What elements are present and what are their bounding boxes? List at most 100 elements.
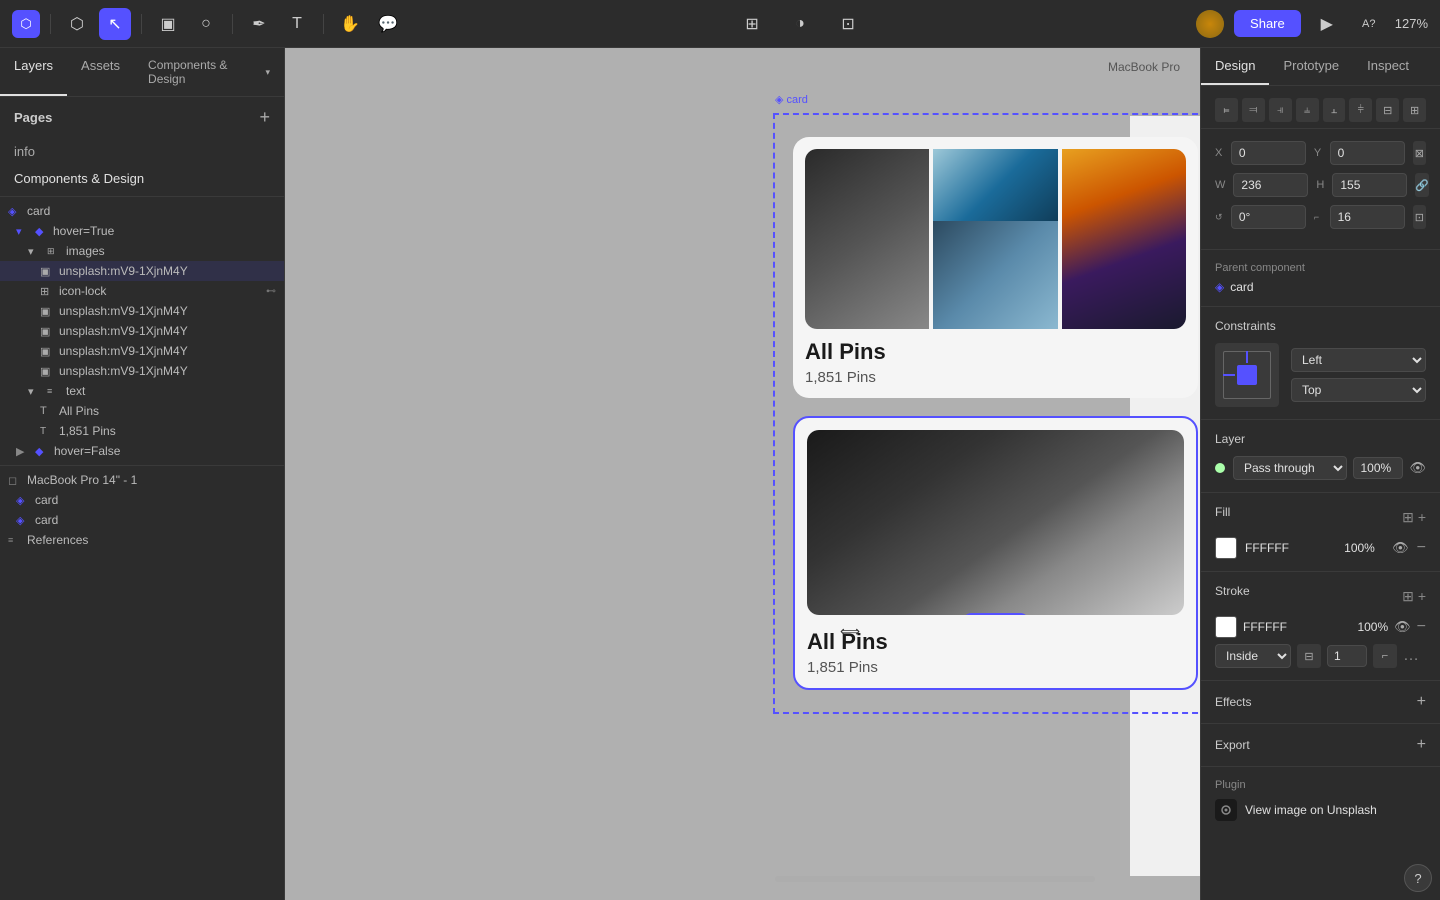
shape-tool[interactable]: ○	[190, 8, 222, 40]
wh-row: W H 🔗	[1215, 173, 1426, 197]
stroke-position-select[interactable]: InsideOutsideCenter	[1215, 644, 1291, 668]
stroke-color-swatch[interactable]	[1215, 616, 1237, 638]
hand-tool[interactable]: ✋	[334, 8, 366, 40]
page-item-components[interactable]: Components & Design	[0, 165, 284, 192]
constraint-vertical[interactable]: TopBottomTop & BottomCenterScale	[1291, 378, 1426, 402]
align-right-btn[interactable]: ⫣	[1269, 98, 1292, 122]
radius-input[interactable]	[1330, 205, 1405, 229]
tab-prototype[interactable]: Prototype	[1269, 48, 1353, 85]
stroke-align-btn[interactable]: ⊟	[1297, 644, 1321, 668]
layer-unsplash-1[interactable]: ▣ unsplash:mV9-1XjnM4Y	[0, 261, 284, 281]
w-input[interactable]	[1233, 173, 1308, 197]
distribute-h-btn[interactable]: ⊟	[1376, 98, 1399, 122]
add-effect-btn[interactable]: +	[1417, 693, 1426, 711]
add-export-btn[interactable]: +	[1417, 736, 1426, 754]
layer-card-root[interactable]: ◈ card	[0, 201, 284, 221]
stroke-visibility-btn[interactable]: 👁	[1394, 619, 1411, 635]
layer-macbook-frame[interactable]: ◻ MacBook Pro 14" - 1	[0, 470, 284, 490]
tab-assets[interactable]: Assets	[67, 48, 134, 96]
layer-card-2[interactable]: ◈ card	[0, 510, 284, 530]
h-input[interactable]	[1332, 173, 1407, 197]
move-tool[interactable]: ⬡	[61, 8, 93, 40]
layer-unsplash-2[interactable]: ▣ unsplash:mV9-1XjnM4Y	[0, 301, 284, 321]
tab-layers[interactable]: Layers	[0, 48, 67, 96]
share-button[interactable]: Share	[1234, 10, 1301, 37]
layer-unsplash-3[interactable]: ▣ unsplash:mV9-1XjnM4Y	[0, 321, 284, 341]
constraint-visual	[1215, 343, 1279, 407]
layer-images[interactable]: ▾ ⊞ images	[0, 241, 284, 261]
handle-tr[interactable]	[1191, 416, 1198, 423]
select-tool[interactable]: ↖	[99, 8, 131, 40]
figma-menu[interactable]: ⬡	[12, 10, 40, 38]
layer-card-1[interactable]: ◈ card	[0, 490, 284, 510]
fill-grid-btn[interactable]: ⊞	[1402, 509, 1414, 526]
question-button[interactable]: A?	[1353, 8, 1385, 40]
tab-components-design[interactable]: Components & Design ▾	[134, 48, 284, 96]
stroke-width-input[interactable]	[1327, 645, 1367, 667]
tab-design[interactable]: Design	[1201, 48, 1269, 85]
layer-icon-lock[interactable]: ⊞ icon-lock ⊷	[0, 281, 284, 301]
stroke-corner-btn[interactable]: ⌐	[1373, 644, 1397, 668]
card-frame[interactable]: ◈ card All Pins 1,851 Pins	[773, 113, 1200, 714]
stroke-grid-btn[interactable]: ⊞	[1402, 588, 1414, 605]
remove-stroke-btn[interactable]: −	[1417, 618, 1426, 636]
opacity-input[interactable]	[1353, 457, 1403, 479]
crop-tool[interactable]: ⊡	[832, 8, 864, 40]
visibility-button[interactable]: 👁	[1409, 460, 1426, 476]
zoom-level[interactable]: 127%	[1395, 16, 1428, 31]
comment-tool[interactable]: 💬	[372, 8, 404, 40]
layer-pins-count[interactable]: T 1,851 Pins	[0, 421, 284, 441]
add-fill-btn[interactable]: +	[1418, 509, 1426, 526]
layer-hover-true[interactable]: ▾ ◆ hover=True	[0, 221, 284, 241]
align-bottom-btn[interactable]: ⫩	[1349, 98, 1372, 122]
add-stroke-btn[interactable]: +	[1418, 588, 1426, 605]
layer-references[interactable]: ≡ References	[0, 530, 284, 550]
help-button[interactable]: ?	[1404, 864, 1432, 892]
align-center-v-btn[interactable]: ⫠	[1323, 98, 1346, 122]
radius-constraint-btn[interactable]: ⊡	[1413, 205, 1426, 229]
constraints-title: Constraints	[1215, 319, 1426, 333]
layer-unsplash-5[interactable]: ▣ unsplash:mV9-1XjnM4Y	[0, 361, 284, 381]
layer-section: Layer Pass throughNormalMultiplyScreen 👁	[1201, 420, 1440, 493]
play-button[interactable]: ▶	[1311, 8, 1343, 40]
fill-visibility-btn[interactable]: 👁	[1392, 540, 1409, 556]
link-wh-btn[interactable]: 🔗	[1415, 173, 1429, 197]
position-constraint-btn[interactable]: ⊠	[1413, 141, 1426, 165]
page-item-info[interactable]: info	[0, 138, 284, 165]
handle-br[interactable]	[1191, 683, 1198, 690]
frame-label: ◈ card	[775, 93, 808, 106]
pin-card-1[interactable]: All Pins 1,851 Pins	[793, 137, 1198, 398]
handle-bl[interactable]	[793, 683, 800, 690]
plugin-row[interactable]: View image on Unsplash	[1215, 799, 1426, 821]
theme-tool[interactable]: ◑	[784, 8, 816, 40]
y-input[interactable]	[1330, 141, 1405, 165]
rotation-input[interactable]	[1231, 205, 1306, 229]
fill-color-swatch[interactable]	[1215, 537, 1237, 559]
align-top-btn[interactable]: ⫨	[1296, 98, 1319, 122]
frame-tool[interactable]: ▣	[152, 8, 184, 40]
layer-text[interactable]: ▾ ≡ text	[0, 381, 284, 401]
pen-tool[interactable]: ✒	[243, 8, 275, 40]
handle-tl[interactable]	[793, 416, 800, 423]
x-input[interactable]	[1231, 141, 1306, 165]
tab-inspect[interactable]: Inspect	[1353, 48, 1423, 85]
align-left-btn[interactable]: ⫢	[1215, 98, 1238, 122]
canvas-scrollbar[interactable]	[775, 876, 1095, 882]
layer-all-pins[interactable]: T All Pins	[0, 401, 284, 421]
component-icon: ◈	[8, 205, 22, 218]
export-section: Export +	[1201, 724, 1440, 767]
distribute-v-btn[interactable]: ⊞	[1403, 98, 1426, 122]
export-title: Export	[1215, 738, 1250, 752]
pin-card-2[interactable]: 236 × 155 ✦ All Pins 1,851 Pins	[793, 416, 1198, 690]
constraint-horizontal[interactable]: LeftRightLeft & RightCenterScale	[1291, 348, 1426, 372]
add-page-button[interactable]: +	[259, 107, 270, 128]
stroke-more-btn[interactable]: …	[1403, 647, 1419, 665]
layer-hover-false[interactable]: ▶ ◆ hover=False	[0, 441, 284, 461]
align-center-h-btn[interactable]: ⫤	[1242, 98, 1265, 122]
resize-handle[interactable]: ⟺	[840, 623, 860, 640]
text-tool[interactable]: T	[281, 8, 313, 40]
component-tool[interactable]: ⊞	[736, 8, 768, 40]
layer-unsplash-4[interactable]: ▣ unsplash:mV9-1XjnM4Y	[0, 341, 284, 361]
remove-fill-btn[interactable]: −	[1417, 539, 1426, 557]
blend-mode-select[interactable]: Pass throughNormalMultiplyScreen	[1233, 456, 1347, 480]
